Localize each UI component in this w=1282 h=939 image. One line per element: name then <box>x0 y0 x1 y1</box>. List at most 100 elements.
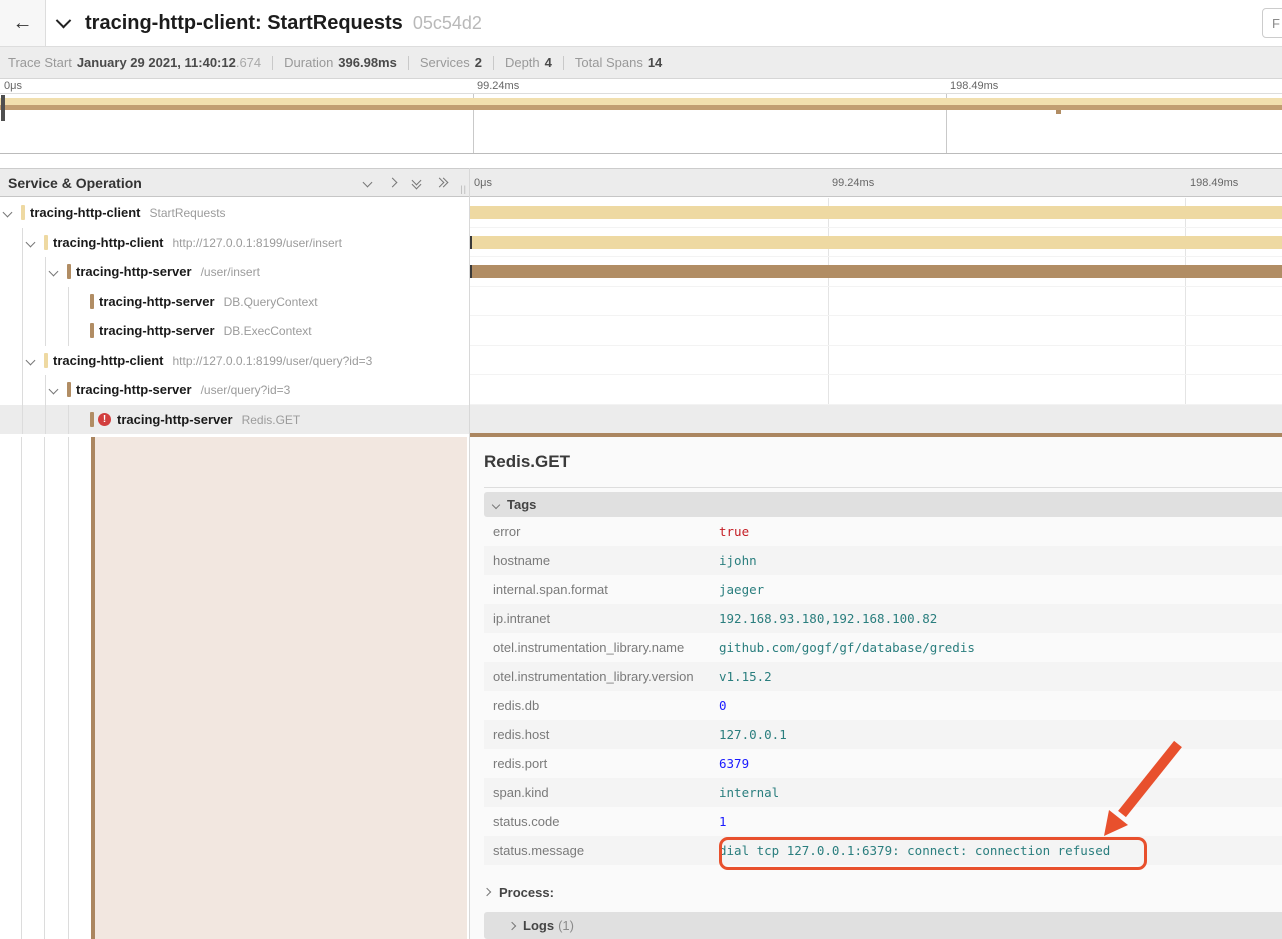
tree-guide-line <box>22 287 23 317</box>
tag-key: redis.db <box>484 698 719 713</box>
service-color-bar <box>90 323 94 338</box>
span-timeline-row[interactable] <box>470 228 1282 258</box>
minimap-tick: 0μs <box>4 80 22 92</box>
tree-guide-line <box>21 437 22 939</box>
tag-key: internal.span.format <box>484 582 719 597</box>
jaeger-trace-page: ← tracing-http-client: StartRequests 05c… <box>0 0 1282 939</box>
tag-key: ip.intranet <box>484 611 719 626</box>
tree-guide-line <box>45 405 46 435</box>
span-row[interactable]: tracing-http-clienthttp://127.0.0.1:8199… <box>0 346 470 376</box>
tag-value: 0 <box>719 698 727 713</box>
tag-value: jaeger <box>719 582 764 597</box>
span-timeline-row[interactable] <box>470 405 1282 435</box>
span-timeline-row[interactable] <box>470 198 1282 228</box>
tag-row: ip.intranet192.168.93.180,192.168.100.82 <box>484 604 1282 633</box>
timeline-tick: 198.49ms <box>1190 177 1238 189</box>
span-row[interactable]: !tracing-http-serverRedis.GET <box>0 405 470 435</box>
tag-value: 1 <box>719 814 727 829</box>
partial-toolbar-button[interactable]: F <box>1262 8 1282 38</box>
service-name: tracing-http-clienthttp://127.0.0.1:8199… <box>53 353 372 368</box>
tag-key: status.code <box>484 814 719 829</box>
expand-all-icon[interactable] <box>436 177 448 189</box>
chevron-right-icon <box>483 888 491 896</box>
service-name: tracing-http-clienthttp://127.0.0.1:8199… <box>53 235 342 250</box>
collapse-one-icon[interactable] <box>361 177 373 189</box>
tag-key: otel.instrumentation_library.version <box>484 669 719 684</box>
span-timeline-row[interactable] <box>470 316 1282 346</box>
span-row[interactable]: tracing-http-server/user/query?id=3 <box>0 375 470 405</box>
tree-guide-line <box>22 257 23 287</box>
span-row[interactable]: tracing-http-clientStartRequests <box>0 198 470 228</box>
span-row[interactable]: tracing-http-serverDB.ExecContext <box>0 316 470 346</box>
operation-name: http://127.0.0.1:8199/user/query?id=3 <box>173 354 373 368</box>
tree-guide-line <box>22 405 23 435</box>
span-bar-edge-tick <box>470 236 472 249</box>
trace-collapse-chevron-icon[interactable] <box>56 12 72 28</box>
summary-label: Duration <box>284 55 333 70</box>
service-name: tracing-http-serverRedis.GET <box>117 412 300 427</box>
tag-value: true <box>719 524 749 539</box>
span-duration-bar[interactable] <box>470 206 1282 219</box>
top-bar: ← tracing-http-client: StartRequests 05c… <box>0 0 1282 47</box>
span-duration-bar[interactable] <box>470 236 1282 249</box>
operation-name: DB.ExecContext <box>224 324 312 338</box>
service-color-bar <box>90 412 94 427</box>
service-name: tracing-http-serverDB.ExecContext <box>99 323 312 338</box>
span-toggle-chevron-icon[interactable] <box>3 208 13 218</box>
service-color-bar <box>44 353 48 368</box>
tag-value: 192.168.93.180,192.168.100.82 <box>719 611 937 626</box>
minimap-span-bar <box>0 105 1282 110</box>
column-resizer-grip[interactable]: || <box>460 184 467 194</box>
service-color-bar <box>67 382 71 397</box>
span-row[interactable]: tracing-http-serverDB.QueryContext <box>0 287 470 317</box>
timeline-header-row: Service & Operation || 0μs 99.24ms 198.4… <box>0 168 1282 197</box>
minimap-span-bar <box>0 98 1282 105</box>
tree-guide-line <box>22 316 23 346</box>
tag-row: otel.instrumentation_library.namegithub.… <box>484 633 1282 662</box>
service-name: tracing-http-serverDB.QueryContext <box>99 294 318 309</box>
service-color-bar <box>21 205 25 220</box>
operation-name: /user/insert <box>201 265 260 279</box>
trace-minimap[interactable] <box>0 93 1282 154</box>
summary-separator <box>563 56 564 70</box>
tags-accordion-header[interactable]: Tags <box>484 492 1282 517</box>
span-timeline-row[interactable] <box>470 257 1282 287</box>
span-toggle-chevron-icon[interactable] <box>49 267 59 277</box>
back-button[interactable]: ← <box>0 0 46 46</box>
summary-label: Services <box>420 55 470 70</box>
collapse-all-icon[interactable] <box>411 177 423 189</box>
tag-key: span.kind <box>484 785 719 800</box>
tag-value: ijohn <box>719 553 757 568</box>
process-label: Process: <box>499 885 554 900</box>
summary-label: Depth <box>505 55 540 70</box>
tree-guide-line <box>68 437 69 939</box>
span-timeline-row[interactable] <box>470 287 1282 317</box>
span-row[interactable]: tracing-http-server/user/insert <box>0 257 470 287</box>
tags-table: errortruehostnameijohninternal.span.form… <box>484 517 1282 865</box>
span-toggle-chevron-icon[interactable] <box>49 385 59 395</box>
summary-value: January 29 2021, 11:40:12 <box>77 55 236 70</box>
tree-guide-line <box>45 287 46 317</box>
logs-accordion-header[interactable]: Logs (1) <box>484 912 1282 939</box>
span-duration-bar[interactable] <box>470 265 1282 278</box>
span-timeline-row[interactable] <box>470 346 1282 376</box>
tag-key: redis.host <box>484 727 719 742</box>
operation-name: http://127.0.0.1:8199/user/insert <box>173 236 342 250</box>
service-operation-header: Service & Operation <box>8 175 142 191</box>
span-toggle-chevron-icon[interactable] <box>26 355 36 365</box>
span-toggle-chevron-icon[interactable] <box>26 237 36 247</box>
detail-divider <box>484 487 1282 488</box>
minimap-span-fragment <box>1056 110 1061 114</box>
chevron-right-icon <box>508 921 516 929</box>
span-timeline-row[interactable] <box>470 375 1282 405</box>
summary-value: 14 <box>648 55 662 70</box>
tag-row: span.kindinternal <box>484 778 1282 807</box>
span-row[interactable]: tracing-http-clienthttp://127.0.0.1:8199… <box>0 228 470 258</box>
expand-one-icon[interactable] <box>386 177 398 189</box>
summary-label: Total Spans <box>575 55 643 70</box>
minimap-drag-handle[interactable] <box>1 95 5 121</box>
process-accordion-header[interactable]: Process: <box>484 879 554 905</box>
span-rows: tracing-http-clientStartRequests tracing-… <box>0 198 1282 434</box>
operation-name: Redis.GET <box>242 413 301 427</box>
tree-guide-line <box>45 375 46 405</box>
